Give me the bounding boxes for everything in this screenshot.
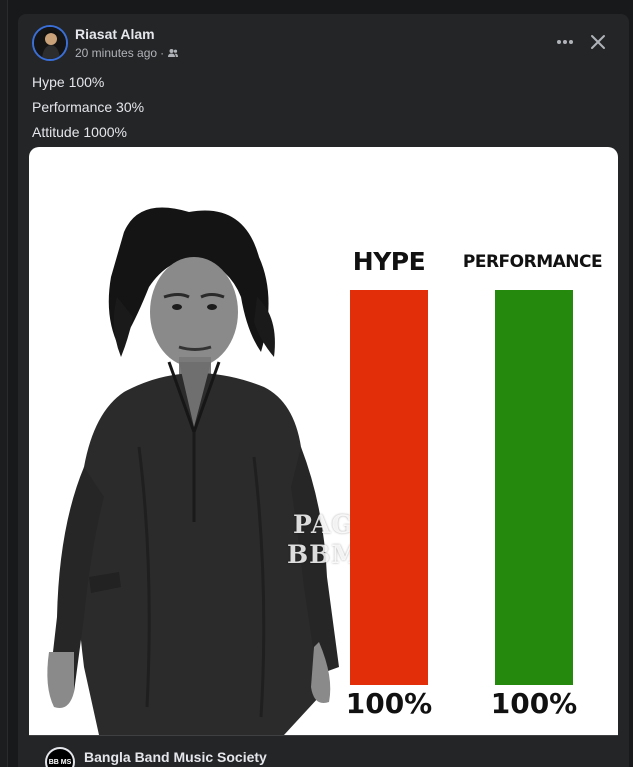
close-button[interactable]: [585, 29, 611, 55]
author-avatar[interactable]: [32, 25, 68, 61]
hype-label: HYPE: [352, 247, 426, 276]
hype-bar: [350, 290, 428, 685]
shared-page-footer[interactable]: BB MS Bangla Band Music Society: [29, 735, 618, 767]
performance-label: PERFORMANCE: [462, 252, 603, 272]
post-text: Hype 100% Performance 30% Attitude 1000%: [32, 70, 144, 145]
post-line-attitude: Attitude 1000%: [32, 124, 127, 140]
post-line-hype: Hype 100%: [32, 74, 105, 90]
author-name[interactable]: Riasat Alam: [75, 26, 155, 42]
post-timestamp[interactable]: 20 minutes ago: [75, 46, 157, 60]
ellipsis-icon: [557, 40, 573, 44]
close-icon: [591, 35, 605, 49]
hype-value-label: 100%: [345, 687, 433, 720]
post-line-performance: Performance 30%: [32, 99, 145, 115]
post-meta: 20 minutes ago ·: [75, 46, 179, 60]
shared-page-name[interactable]: Bangla Band Music Society: [84, 749, 267, 765]
meta-separator: ·: [160, 46, 165, 60]
left-sidebar-edge: [0, 0, 8, 767]
performance-value-label: 100%: [490, 687, 578, 720]
post-card: Riasat Alam 20 minutes ago · Hype 100% P…: [18, 14, 629, 767]
performance-bar: [495, 290, 573, 685]
page-logo[interactable]: BB MS: [45, 747, 75, 767]
post-header: Riasat Alam 20 minutes ago ·: [18, 14, 629, 70]
person-photo: [47, 207, 339, 735]
facebook-feed: Riasat Alam 20 minutes ago · Hype 100% P…: [0, 0, 633, 767]
more-options-button[interactable]: [553, 30, 577, 54]
friends-icon: [167, 47, 179, 59]
post-image[interactable]: PAGE BBMS HYPE PERFORMANCE 100% 100%: [29, 147, 618, 735]
